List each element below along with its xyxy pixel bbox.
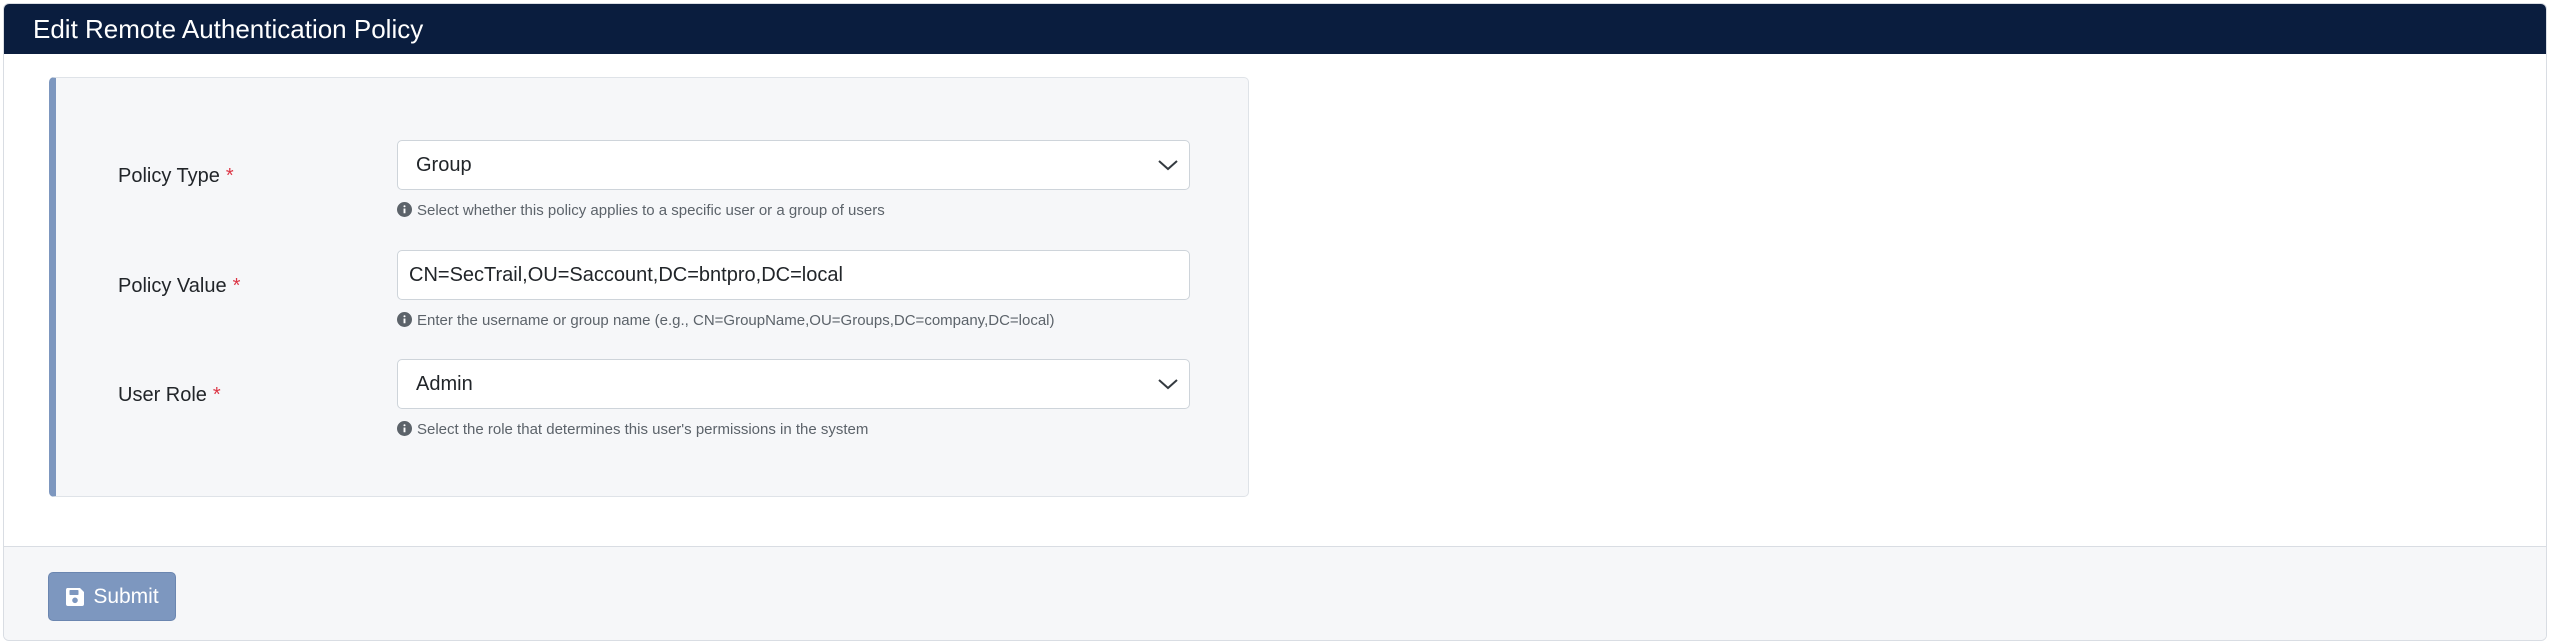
policy-value-input[interactable] [397, 250, 1190, 300]
required-marker: * [225, 165, 234, 187]
card-footer: Submit [4, 546, 2546, 640]
info-circle-icon [397, 202, 412, 217]
info-circle-icon [397, 312, 412, 327]
page-title: Edit Remote Authentication Policy [33, 14, 424, 44]
policy-value-help: Enter the username or group name (e.g., … [397, 311, 1055, 331]
info-circle-icon [397, 421, 412, 436]
chevron-down-icon [1158, 379, 1178, 390]
policy-value-label: Policy Value * [118, 275, 241, 297]
policy-type-label: Policy Type * [118, 165, 234, 187]
form-panel: Policy Type * Group Select whether this p… [49, 77, 1249, 497]
edit-policy-card: Edit Remote Authentication Policy Policy… [3, 3, 2547, 641]
required-marker: * [232, 275, 241, 297]
user-role-selected-value: Admin [416, 373, 473, 395]
submit-button[interactable]: Submit [48, 572, 176, 621]
policy-type-help: Select whether this policy applies to a … [397, 201, 885, 221]
policy-type-selected-value: Group [416, 154, 472, 176]
policy-type-select[interactable]: Group [397, 140, 1190, 190]
card-header: Edit Remote Authentication Policy [4, 4, 2546, 54]
user-role-select[interactable]: Admin [397, 359, 1190, 409]
chevron-down-icon [1158, 160, 1178, 171]
required-marker: * [212, 384, 221, 406]
user-role-help: Select the role that determines this use… [397, 420, 868, 440]
submit-button-label: Submit [93, 584, 159, 608]
floppy-disk-icon [66, 587, 85, 606]
user-role-label: User Role * [118, 384, 221, 406]
